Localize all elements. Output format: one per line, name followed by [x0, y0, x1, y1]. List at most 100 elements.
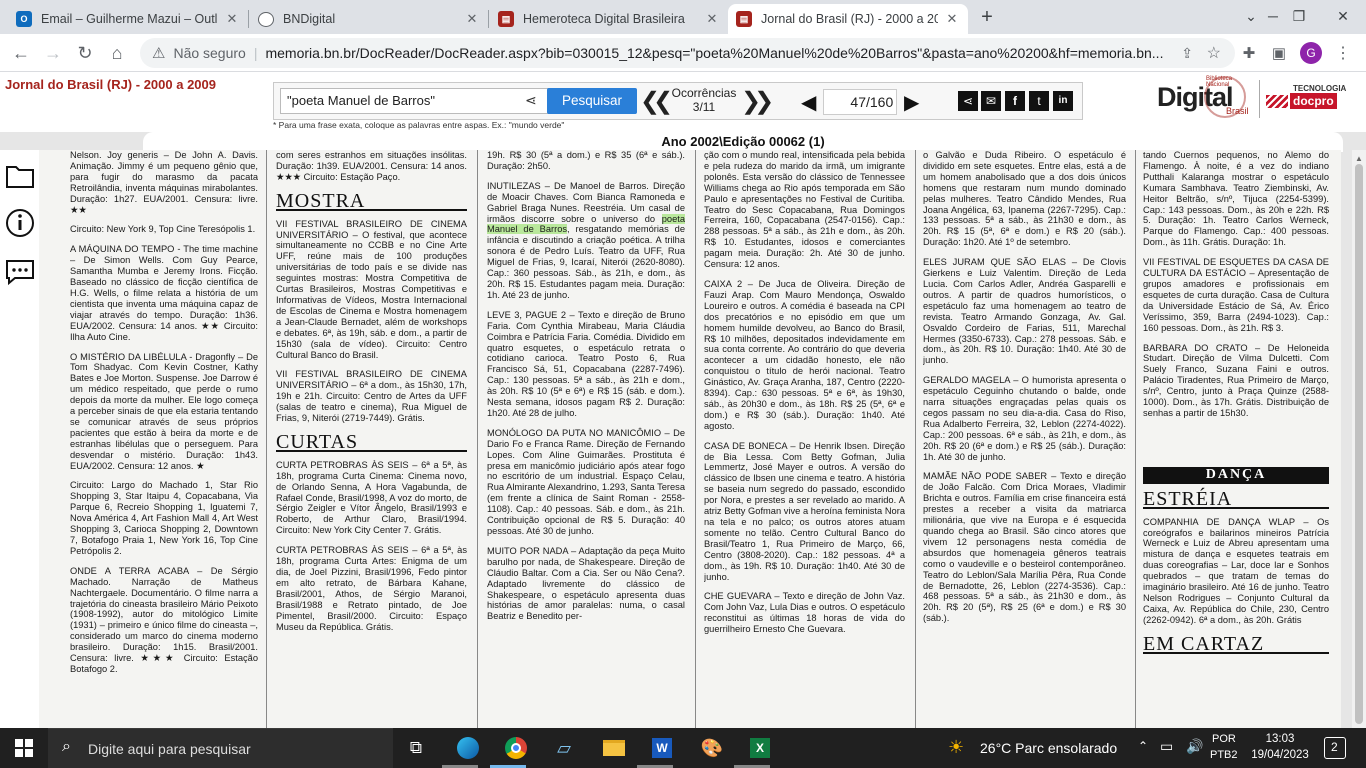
share-icon[interactable]: ⋖ [958, 91, 978, 111]
linkedin-icon[interactable]: in [1053, 91, 1073, 111]
share-icon[interactable]: ⇪ [1181, 45, 1193, 62]
email-icon[interactable]: ✉ [981, 91, 1001, 111]
next-page-icon[interactable]: ▶ [904, 90, 919, 115]
document-icon: ▤ [498, 11, 514, 27]
taskbar-search-box[interactable]: ⌕ Digite aqui para pesquisar [48, 728, 393, 768]
maximize-button[interactable]: ❐ [1276, 0, 1322, 32]
listing-paragraph: 19h. R$ 30 (5ª a dom.) e R$ 35 (6ª e sáb… [487, 150, 685, 171]
viewer-side-tools [0, 150, 40, 728]
next-occurrence-icon[interactable]: ❯❯ [741, 87, 774, 116]
weather-text[interactable]: 26°C Parc ensolarado [980, 740, 1117, 756]
tab-title: Email – Guilherme Mazui – Outlo [41, 12, 218, 26]
docpro-logo[interactable]: TECNOLOGIA docpro [1264, 84, 1364, 114]
scroll-up-icon[interactable]: ▲ [1355, 154, 1363, 163]
tab-jornal-do-brasil[interactable]: ▤ Jornal do Brasil (RJ) - 2000 a 2009 ✕ [728, 4, 968, 34]
occurrences-label: Ocorrências [671, 86, 737, 100]
close-icon[interactable]: ✕ [464, 11, 480, 27]
folder-icon[interactable] [5, 163, 35, 189]
newspaper-column-6: tando Cuernos pequenos, no Alemo do Flam… [1143, 150, 1329, 662]
chrome-icon[interactable] [500, 732, 532, 764]
newspaper-column-2: com seres estranhos em situações insólit… [276, 150, 467, 641]
listing-paragraph: VII FESTIVAL BRASILEIRO DE CINEMA UNIVER… [276, 369, 467, 424]
clock-time[interactable]: 13:03 [1248, 733, 1312, 745]
excel-icon[interactable]: X [744, 732, 776, 764]
listing-paragraph: VII FESTIVAL BRASILEIRO DE CINEMA UNIVER… [276, 218, 467, 360]
close-icon[interactable]: ✕ [704, 11, 720, 27]
taskbar-search-placeholder[interactable]: Digite aqui para pesquisar [88, 741, 251, 757]
clock-date[interactable]: 19/04/2023 [1248, 749, 1312, 761]
network-icon[interactable]: ▭ [1160, 738, 1173, 755]
comment-icon[interactable] [5, 258, 35, 286]
tab-bndigital[interactable]: BNDigital ✕ [250, 4, 488, 34]
close-icon[interactable]: ✕ [944, 11, 960, 27]
listing-paragraph: CHE GUEVARA – Texto e direção de John Va… [704, 591, 905, 635]
search-input[interactable]: "poeta Manuel de Barros" [280, 88, 552, 114]
facebook-icon[interactable]: f [1005, 91, 1025, 111]
vertical-scrollbar[interactable]: ▲ [1352, 150, 1366, 728]
profile-avatar[interactable]: G [1298, 40, 1324, 66]
language-top[interactable]: POR [1212, 733, 1236, 745]
back-arrow-icon[interactable]: ← [8, 40, 34, 66]
scrollbar-thumb[interactable] [1355, 164, 1363, 724]
listing-paragraph: ELES JURAM QUE SÃO ELAS – De Clovis Gier… [923, 257, 1126, 366]
edge-icon[interactable] [452, 732, 484, 764]
listing-paragraph: MAMÃE NÃO PODE SABER – Texto e direção d… [923, 471, 1126, 624]
extensions-icon[interactable]: ✚ [1236, 40, 1262, 66]
section-header: CURTAS [276, 432, 467, 452]
chevron-up-icon[interactable]: ⌃ [1138, 739, 1148, 753]
file-explorer-icon[interactable] [598, 732, 630, 764]
volume-icon[interactable]: 🔊 [1186, 738, 1203, 755]
listing-paragraph: VII FESTIVAL DE ESQUETES DA CASA DE CULT… [1143, 257, 1329, 333]
newspaper-column-1: Nelson. Joy generis – De John A. Davis. … [70, 150, 258, 684]
twitter-icon[interactable]: t [1029, 91, 1049, 111]
weather-sun-icon[interactable]: ☀ [948, 737, 964, 758]
listing-paragraph: tando Cuernos pequenos, no Alemo do Flam… [1143, 150, 1329, 248]
share-icon[interactable]: ⋖ [525, 92, 537, 109]
tab-title: BNDigital [283, 12, 336, 26]
address-bar[interactable]: ⚠ Não seguro | memoria.bn.br/DocReader/D… [140, 38, 1235, 68]
previous-page-icon[interactable]: ◀ [801, 90, 816, 115]
listing-paragraph: MUITO POR NADA – Adaptação da peça Muito… [487, 545, 685, 622]
edition-bar: Ano 2002\Edição 00062 (1) [143, 132, 1343, 152]
paint-icon[interactable]: 🎨 [696, 732, 728, 764]
avatar: G [1300, 42, 1322, 64]
url-text[interactable]: memoria.bn.br/DocReader/DocReader.aspx?b… [265, 45, 1165, 61]
tab-title: Hemeroteca Digital Brasileira [523, 12, 685, 26]
task-view-icon[interactable]: ⧉ [400, 732, 432, 764]
menu-dots-icon[interactable]: ⋮ [1330, 40, 1356, 66]
windows-start-icon[interactable] [8, 732, 40, 764]
listing-paragraph: O MISTÉRIO DA LIBÉLULA - Dragonfly – De … [70, 351, 258, 471]
tab-title: Jornal do Brasil (RJ) - 2000 a 2009 [761, 12, 938, 26]
reload-icon[interactable]: ↻ [72, 40, 98, 66]
newspaper-page-image[interactable]: Nelson. Joy generis – De John A. Davis. … [39, 150, 1341, 728]
word-icon[interactable]: W [646, 732, 678, 764]
listing-paragraph: com seres estranhos em situações insólit… [276, 150, 467, 182]
side-panel-icon[interactable]: ▣ [1266, 40, 1292, 66]
bookmark-star-icon[interactable]: ☆ [1207, 43, 1221, 63]
tab-hemeroteca[interactable]: ▤ Hemeroteca Digital Brasileira ✕ [490, 4, 728, 34]
search-hint: * Para uma frase exata, coloque as palav… [273, 120, 565, 130]
listing-paragraph: LEVE 3, PAGUE 2 – Texto e direção de Bru… [487, 309, 685, 418]
language-bottom[interactable]: PTB2 [1210, 749, 1238, 761]
tab-outlook[interactable]: O Email – Guilherme Mazui – Outlo ✕ [8, 4, 248, 34]
close-icon[interactable]: ✕ [224, 11, 240, 27]
page-current[interactable]: 47 [844, 90, 866, 114]
notepad-icon[interactable]: ▱ [548, 732, 580, 764]
forward-arrow-icon[interactable]: → [40, 40, 66, 66]
listing-paragraph: ONDE A TERRA ACABA – De Sérgio Machado. … [70, 565, 258, 674]
section-header: ESTRÉIA [1143, 489, 1329, 509]
home-icon[interactable]: ⌂ [104, 40, 130, 66]
notification-icon[interactable]: 2 [1324, 737, 1346, 759]
search-highlight[interactable]: poeta Manuel de Barros [487, 213, 685, 235]
globe-emblem-icon [1204, 76, 1246, 118]
search-button[interactable]: Pesquisar [547, 88, 637, 114]
warning-icon[interactable]: ⚠ [152, 44, 165, 62]
page-number-field[interactable]: 47 /160 [823, 89, 897, 115]
previous-occurrence-icon[interactable]: ❮❮ [640, 87, 673, 116]
new-tab-button[interactable]: + [976, 6, 998, 28]
section-header: EM CARTAZ [1143, 634, 1329, 654]
info-icon[interactable] [5, 208, 35, 238]
window-close-button[interactable]: ✕ [1320, 0, 1366, 32]
bn-digital-logo[interactable]: Biblioteca Nacional Digital Brasil [1154, 76, 1254, 122]
security-label[interactable]: Não seguro [173, 45, 245, 61]
